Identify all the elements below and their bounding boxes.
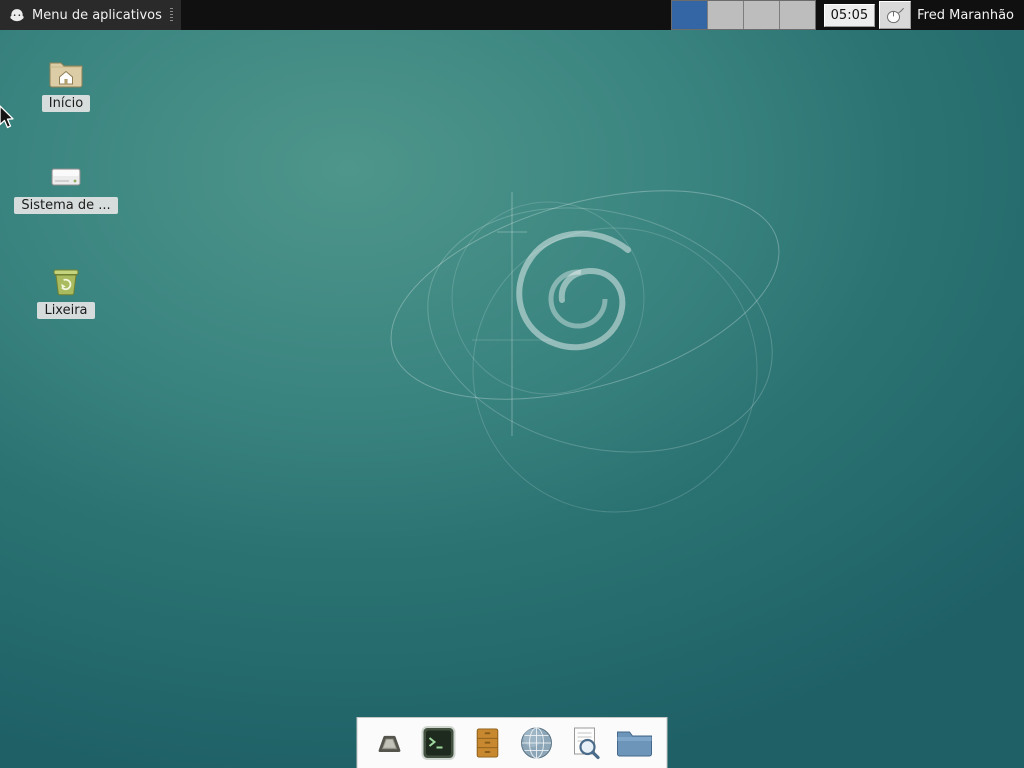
terminal-icon (421, 725, 457, 761)
desktop-icon-filesystem[interactable]: Sistema de ... (20, 162, 112, 214)
debian-swirl-artwork (0, 0, 1024, 768)
home-folder-icon (48, 58, 84, 90)
file-manager-launcher[interactable] (615, 722, 655, 764)
mouse-settings-button[interactable] (879, 1, 911, 29)
top-panel: Menu de aplicativos 05:05 Fred Maranhão (0, 0, 1024, 30)
search-document-icon (569, 725, 603, 761)
username-label[interactable]: Fred Maranhão (917, 8, 1024, 23)
trash-icon (49, 264, 83, 297)
bottom-dock (357, 717, 668, 768)
desktop-icon-label: Lixeira (37, 302, 94, 319)
terminal-launcher[interactable] (419, 722, 459, 764)
mouse-device-icon (885, 7, 905, 24)
desktop-icon-label: Início (42, 95, 90, 112)
workspace-switcher (671, 0, 816, 30)
desktop-icon-trash[interactable]: Lixeira (20, 264, 112, 319)
workspace-button-3[interactable] (744, 1, 780, 29)
workspace-button-4[interactable] (780, 1, 815, 29)
desktop-icon-label: Sistema de ... (14, 197, 117, 214)
show-desktop-icon (372, 728, 408, 758)
applications-menu-label: Menu de aplicativos (32, 8, 162, 23)
workspace-button-1[interactable] (672, 1, 708, 29)
workspace-button-2[interactable] (708, 1, 744, 29)
blue-folder-icon (616, 728, 654, 758)
web-browser-launcher[interactable] (517, 722, 557, 764)
filesystem-drive-icon (48, 162, 84, 192)
applications-menu-button[interactable]: Menu de aplicativos (0, 0, 181, 30)
file-cabinet-icon (473, 725, 503, 761)
globe-icon (519, 725, 555, 761)
mouse-cursor (0, 104, 17, 132)
clock[interactable]: 05:05 (824, 4, 875, 27)
desktop-wallpaper: Menu de aplicativos 05:05 Fred Maranhão (0, 0, 1024, 768)
panel-grip-handle[interactable] (170, 8, 173, 22)
desktop-icon-home[interactable]: Início (20, 58, 112, 112)
file-cabinet-launcher[interactable] (468, 722, 508, 764)
search-files-launcher[interactable] (566, 722, 606, 764)
xfce-mouse-icon (8, 6, 26, 24)
show-desktop-button[interactable] (370, 722, 410, 764)
